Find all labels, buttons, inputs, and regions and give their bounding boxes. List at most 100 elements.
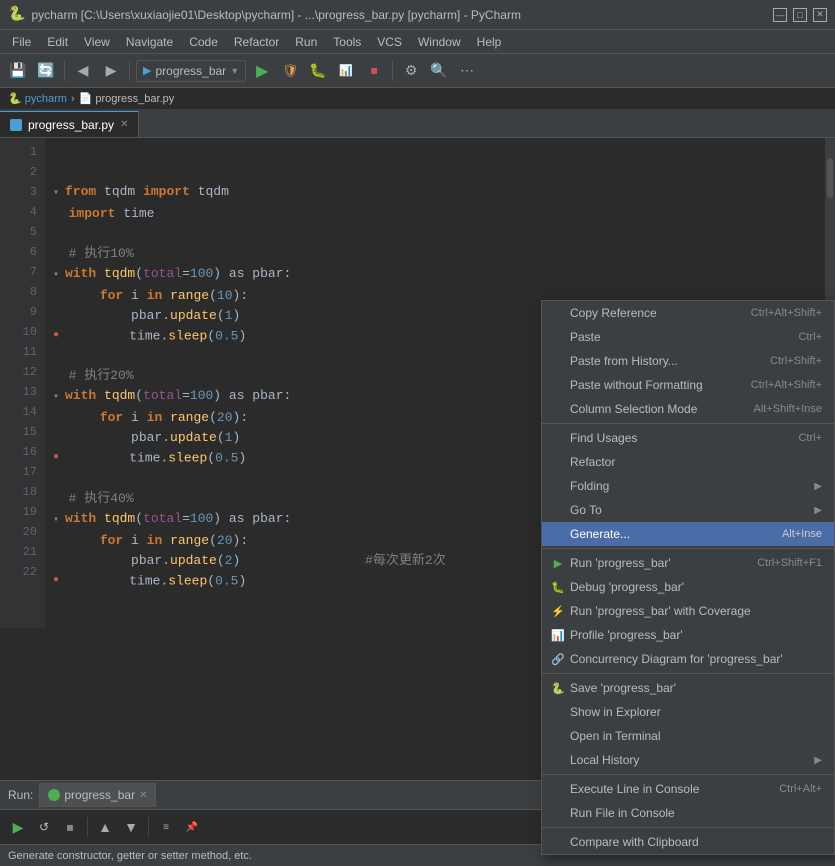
toolbar-separator-3 xyxy=(392,61,393,81)
run-toolbar-scroll-down[interactable]: ▼ xyxy=(119,815,143,839)
close-button[interactable]: ✕ xyxy=(813,8,827,22)
line-num-16: 16 xyxy=(23,442,37,462)
save-icon: 🐍 xyxy=(550,680,566,696)
line-num-13: 13 xyxy=(23,382,37,402)
code-line-2 xyxy=(53,162,827,182)
window-title: pycharm [C:\Users\xuxiaojie01\Desktop\py… xyxy=(31,8,773,22)
search-button[interactable]: 🔍 xyxy=(427,59,451,83)
menu-window[interactable]: Window xyxy=(410,33,469,51)
settings-button[interactable]: ⚙ xyxy=(399,59,423,83)
toolbar-sync-button[interactable]: 🔄 xyxy=(34,59,58,83)
ctx-folding[interactable]: Folding ▶ xyxy=(542,474,834,498)
scroll-thumb[interactable] xyxy=(827,158,833,198)
ctx-column-mode[interactable]: Column Selection Mode Alt+Shift+Inse xyxy=(542,397,834,421)
toolbar-separator-2 xyxy=(129,61,130,81)
ctx-sep-5 xyxy=(542,827,834,828)
toolbar-forward-button[interactable]: ▶ xyxy=(99,59,123,83)
run-sep-2 xyxy=(148,817,149,837)
ctx-paste-no-format[interactable]: Paste without Formatting Ctrl+Alt+Shift+ xyxy=(542,373,834,397)
ctx-generate[interactable]: Generate... Alt+Inse xyxy=(542,522,834,546)
ctx-compare-clipboard[interactable]: Compare with Clipboard xyxy=(542,830,834,854)
profile-icon: 📊 xyxy=(550,627,566,643)
ctx-execute-line[interactable]: Execute Line in Console Ctrl+Alt+ xyxy=(542,777,834,801)
line-num-15: 15 xyxy=(23,422,37,442)
line-num-18: 18 xyxy=(23,482,37,502)
line-num-1: 1 xyxy=(30,142,37,162)
coverage-button[interactable]: 🛡 xyxy=(278,59,302,83)
run-toolbar-pin[interactable]: 📌 xyxy=(180,815,204,839)
menu-edit[interactable]: Edit xyxy=(39,33,76,51)
line-num-19: 19 xyxy=(23,502,37,522)
menu-code[interactable]: Code xyxy=(181,33,226,51)
menu-file[interactable]: File xyxy=(4,33,39,51)
ctx-show-explorer[interactable]: Show in Explorer xyxy=(542,700,834,724)
ctx-find-usages[interactable]: Find Usages Ctrl+ xyxy=(542,426,834,450)
tab-file-icon xyxy=(10,119,22,131)
ctx-paste[interactable]: Paste Ctrl+ xyxy=(542,325,834,349)
ctx-run-coverage[interactable]: ⚡ Run 'progress_bar' with Coverage xyxy=(542,599,834,623)
menu-view[interactable]: View xyxy=(76,33,118,51)
run-toolbar-scroll-up[interactable]: ▲ xyxy=(93,815,117,839)
coverage-icon: ⚡ xyxy=(550,603,566,619)
menu-run[interactable]: Run xyxy=(287,33,325,51)
line-num-6: 6 xyxy=(30,242,37,262)
menu-help[interactable]: Help xyxy=(469,33,510,51)
run-toolbar-stop[interactable]: ⏹ xyxy=(58,815,82,839)
maximize-button[interactable]: □ xyxy=(793,8,807,22)
profile-button[interactable]: 📊 xyxy=(334,59,358,83)
line-numbers: 1 2 3 4 5 6 7 8 9 10 11 12 13 14 15 16 1… xyxy=(0,138,45,628)
code-line-5 xyxy=(53,224,827,244)
breadcrumb-sep: › xyxy=(71,93,75,105)
line-num-3: 3 xyxy=(30,182,37,202)
run-sep xyxy=(87,817,88,837)
ctx-run[interactable]: ▶ Run 'progress_bar' Ctrl+Shift+F1 xyxy=(542,551,834,575)
line-num-12: 12 xyxy=(23,362,37,382)
tab-progress-bar[interactable]: progress_bar.py ✕ xyxy=(0,111,139,137)
ctx-save[interactable]: 🐍 Save 'progress_bar' xyxy=(542,676,834,700)
run-tab-close[interactable]: ✕ xyxy=(139,790,147,801)
tab-label: progress_bar.py xyxy=(28,118,114,132)
ctx-sep-4 xyxy=(542,774,834,775)
breadcrumb-file[interactable]: 📄 progress_bar.py xyxy=(79,92,175,105)
run-tab[interactable]: progress_bar ✕ xyxy=(39,783,156,807)
ctx-concurrency[interactable]: 🔗 Concurrency Diagram for 'progress_bar' xyxy=(542,647,834,671)
line-num-14: 14 xyxy=(23,402,37,422)
ctx-open-terminal[interactable]: Open in Terminal xyxy=(542,724,834,748)
minimize-button[interactable]: — xyxy=(773,8,787,22)
tab-close-button[interactable]: ✕ xyxy=(120,119,128,130)
ctx-copy-reference[interactable]: Copy Reference Ctrl+Alt+Shift+ xyxy=(542,301,834,325)
code-line-7: ▾with tqdm(total=100) as pbar: xyxy=(53,264,827,286)
menu-navigate[interactable]: Navigate xyxy=(118,33,181,51)
ctx-paste-history[interactable]: Paste from History... Ctrl+Shift+ xyxy=(542,349,834,373)
ctx-run-file[interactable]: Run File in Console xyxy=(542,801,834,825)
toolbar-back-button[interactable]: ◀ xyxy=(71,59,95,83)
more-button[interactable]: ⋯ xyxy=(455,59,479,83)
debug-button[interactable]: 🐛 xyxy=(306,59,330,83)
tab-bar: progress_bar.py ✕ xyxy=(0,110,835,138)
ctx-local-history[interactable]: Local History ▶ xyxy=(542,748,834,772)
menu-bar: File Edit View Navigate Code Refactor Ru… xyxy=(0,30,835,54)
ctx-profile[interactable]: 📊 Profile 'progress_bar' xyxy=(542,623,834,647)
breadcrumb-folder[interactable]: 🐍 pycharm xyxy=(8,92,67,105)
run-toolbar-wrap[interactable]: ≡ xyxy=(154,815,178,839)
menu-refactor[interactable]: Refactor xyxy=(226,33,287,51)
ctx-goto[interactable]: Go To ▶ xyxy=(542,498,834,522)
run-tab-label: progress_bar xyxy=(64,788,135,802)
menu-tools[interactable]: Tools xyxy=(325,33,369,51)
line-num-10: 10 xyxy=(23,322,37,342)
ctx-sep-1 xyxy=(542,423,834,424)
stop-button[interactable]: ⏹ xyxy=(362,59,386,83)
code-line-4: import time xyxy=(53,204,827,224)
concurrency-icon: 🔗 xyxy=(550,651,566,667)
line-num-20: 20 xyxy=(23,522,37,542)
ctx-debug[interactable]: 🐛 Debug 'progress_bar' xyxy=(542,575,834,599)
menu-vcs[interactable]: VCS xyxy=(369,33,410,51)
line-num-17: 17 xyxy=(23,462,37,482)
code-line-6: # 执行10% xyxy=(53,244,827,264)
ctx-refactor[interactable]: Refactor xyxy=(542,450,834,474)
run-toolbar-run[interactable]: ▶ xyxy=(6,815,30,839)
run-toolbar-rerun[interactable]: ↺ xyxy=(32,815,56,839)
run-button[interactable]: ▶ xyxy=(250,59,274,83)
run-config-dropdown[interactable]: ▶ progress_bar ▼ xyxy=(136,60,246,82)
toolbar-save-button[interactable]: 💾 xyxy=(6,59,30,83)
